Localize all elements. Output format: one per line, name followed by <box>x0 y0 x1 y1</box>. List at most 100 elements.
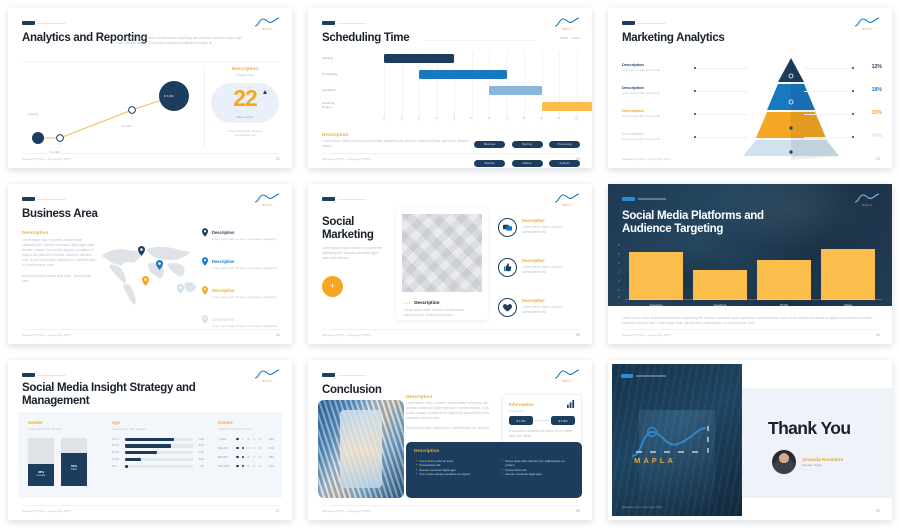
slide-cell-1: MAPLA Analytics and Reporting Lorem ipsu… <box>0 0 300 176</box>
accent-bar-icon <box>622 21 635 25</box>
map-pin-3 <box>177 284 184 294</box>
accent-bar-icon <box>322 197 335 201</box>
add-button[interactable]: + <box>322 276 343 297</box>
list-heading: Description <box>414 448 440 453</box>
chip-2[interactable]: Processing <box>549 140 580 149</box>
slide-social-media-platforms[interactable]: MAPLA Social Media Platforms and Audienc… <box>608 184 892 344</box>
logo-wave-icon: MAPLA <box>554 17 580 33</box>
description-paragraph-2: Donec quam felis, ultricies nec, pellent… <box>406 426 490 430</box>
accent-bar-icon <box>322 21 335 25</box>
feature-card[interactable]: ••• Description Lorem ipsum dolor sit am… <box>396 208 488 320</box>
world-map <box>102 246 196 305</box>
page-title: Social Media Insight Strategy and Manage… <box>22 382 196 407</box>
slide-social-marketing[interactable]: MAPLA Social Marketing Lorem ipsum dolor… <box>308 184 592 344</box>
age-block: Age Lorem ipsum dolor sit amet 13-17 72%… <box>112 420 204 469</box>
list-item: Donec quam felis, ultricies nec, pellent… <box>502 459 576 468</box>
logo-wave-icon: MAPLA <box>854 193 880 209</box>
age-value-3: 23% <box>198 458 204 462</box>
marker-sub-1: Lorem ipsum dolor sit amet, consectetuer… <box>212 265 277 270</box>
age-label-4: 55+ <box>112 464 117 468</box>
slide-footer: Marketing Plan | Copyright 2023 01 <box>22 157 280 161</box>
slide-cell-7: MAPLA Social Media Insight Strategy and … <box>0 352 300 528</box>
page-title: Social Marketing <box>322 216 374 241</box>
pyramid-label-0: Description Lorem ipsum dolor sit amet e… <box>622 62 688 72</box>
accent-bar-icon <box>622 197 635 201</box>
pyramid-label-title-2: Description <box>622 108 645 113</box>
age-row-1: 18-24 67% <box>112 444 204 448</box>
gantt-bar-2 <box>489 86 542 95</box>
speaker-block: Jovanda Rosenbro Speaker Today <box>772 450 843 474</box>
age-label-3: 41-54 <box>112 458 119 462</box>
bar-twitter <box>821 249 875 300</box>
chart-area: Starting $ 1,000 $ 3,000 $ 5,000 Descrip… <box>8 66 292 154</box>
icon-item-0: Description Lorem ipsum dolor sit amet, … <box>498 218 582 237</box>
slide-business-area[interactable]: MAPLA Business Area Description Lorem ip… <box>8 184 292 344</box>
chip-0[interactable]: Business <box>474 140 506 149</box>
description-heading: Description <box>406 394 433 399</box>
speaker-role: Speaker Today <box>802 463 822 468</box>
age-value-2: 47% <box>198 451 204 455</box>
pyramid-chart <box>743 58 839 160</box>
information-note: A wonderful serenity has taken of my ent… <box>509 429 573 438</box>
thumbs-up-icon <box>498 258 517 277</box>
pyramid-label-sub-1: Lorem ipsum dolor sit amet elit <box>622 91 661 95</box>
slide-scheduling-time[interactable]: MAPLA Scheduling Time 2022 - 2023 Starti… <box>308 8 592 168</box>
pyramid-label-title-3: Description <box>622 131 645 136</box>
logo-wave-label: MAPLA <box>262 28 272 31</box>
slide-cell-6: MAPLA Social Media Platforms and Audienc… <box>600 176 900 352</box>
income-heading: Income <box>218 420 233 425</box>
income-label-3: $50-100K <box>218 464 230 468</box>
pyramid-percent-3: 40% <box>871 133 882 139</box>
gantt-row-label-0: Starting <box>322 56 333 60</box>
slide-thank-you[interactable]: MAPLA Marketing Plan | Copyright 2023 Th… <box>608 360 892 520</box>
accent-line-icon <box>638 22 666 24</box>
logo-wave-label: MAPLA <box>562 380 572 383</box>
gantt-bar-0 <box>384 54 454 63</box>
x-axis <box>625 299 882 300</box>
bar-facebook <box>693 270 747 300</box>
list-item: Cum sociis natoque penatibus et magnis. <box>416 472 490 476</box>
age-value-1: 67% <box>198 444 204 448</box>
slide-marketing-analytics[interactable]: MAPLA Marketing Analytics Description Lo… <box>608 8 892 168</box>
slide-grid: MAPLA Analytics and Reporting Lorem ipsu… <box>0 0 900 528</box>
slide-cell-9: MAPLA Marketing Plan | Copyright 2023 Th… <box>600 352 900 528</box>
building-photo <box>318 400 404 498</box>
gantt-bar-3 <box>541 102 592 111</box>
accent-line-icon <box>338 374 366 376</box>
footer-divider <box>322 153 580 154</box>
left-description: Description Lorem ipsum dolor sit amet, … <box>22 230 96 284</box>
page-title: Marketing Analytics <box>622 32 725 44</box>
slide-cell-4: MAPLA Business Area Description Lorem ip… <box>0 176 300 352</box>
income-value-1: 32% <box>268 446 274 450</box>
slide-analytics-and-reporting[interactable]: MAPLA Analytics and Reporting Lorem ipsu… <box>8 8 292 168</box>
card-image <box>402 214 482 292</box>
page-number: 05 <box>575 333 580 337</box>
stat-value: 22 <box>233 85 258 111</box>
stat-heading: Description <box>231 66 259 71</box>
pyramid-percent-0: 12% <box>871 64 882 70</box>
chip-1[interactable]: Starting <box>511 140 543 149</box>
bar-tiktok <box>757 260 811 300</box>
icon-item-sub-1: Lorem ipsum dolor sit amet, consectetuer… <box>522 264 563 274</box>
avatar <box>772 450 796 474</box>
pyramid-label-title-1: Description <box>622 85 645 90</box>
slide-conclusion[interactable]: MAPLA Conclusion Description Lorem ipsum… <box>308 360 592 520</box>
list-pin-icon-1 <box>202 257 208 266</box>
intro-paragraph: Lorem ipsum dolor sit amet, consectetuer… <box>322 246 383 260</box>
bar-label-1: Facebook <box>713 303 727 306</box>
slide-footer: Marketing Plan | Copyright 2023 05 <box>322 333 580 337</box>
gantt-chart: Starting Processing Feedback Finishing P… <box>322 52 592 122</box>
bar-label-3: Twitter <box>843 303 853 306</box>
pyramid-percent-2: 30% <box>871 110 882 116</box>
gender-bar-male: 52% Male <box>61 437 87 486</box>
divider-horizontal <box>22 61 280 62</box>
footer-divider <box>22 505 280 506</box>
pyramid-percent-1: 18% <box>871 87 882 93</box>
age-label-2: 25-40 <box>112 451 119 455</box>
cover-panel: MAPLA Marketing Plan | Copyright 2023 <box>612 364 742 516</box>
slide-social-media-insight[interactable]: MAPLA Social Media Insight Strategy and … <box>8 360 292 520</box>
stat-pill: 22 New number <box>211 83 279 123</box>
logo-wave-icon: MAPLA <box>254 193 280 209</box>
page-number: 02 <box>575 157 580 161</box>
pyramid-label-sub-2: Lorem ipsum dolor sit amet elit <box>622 114 661 118</box>
